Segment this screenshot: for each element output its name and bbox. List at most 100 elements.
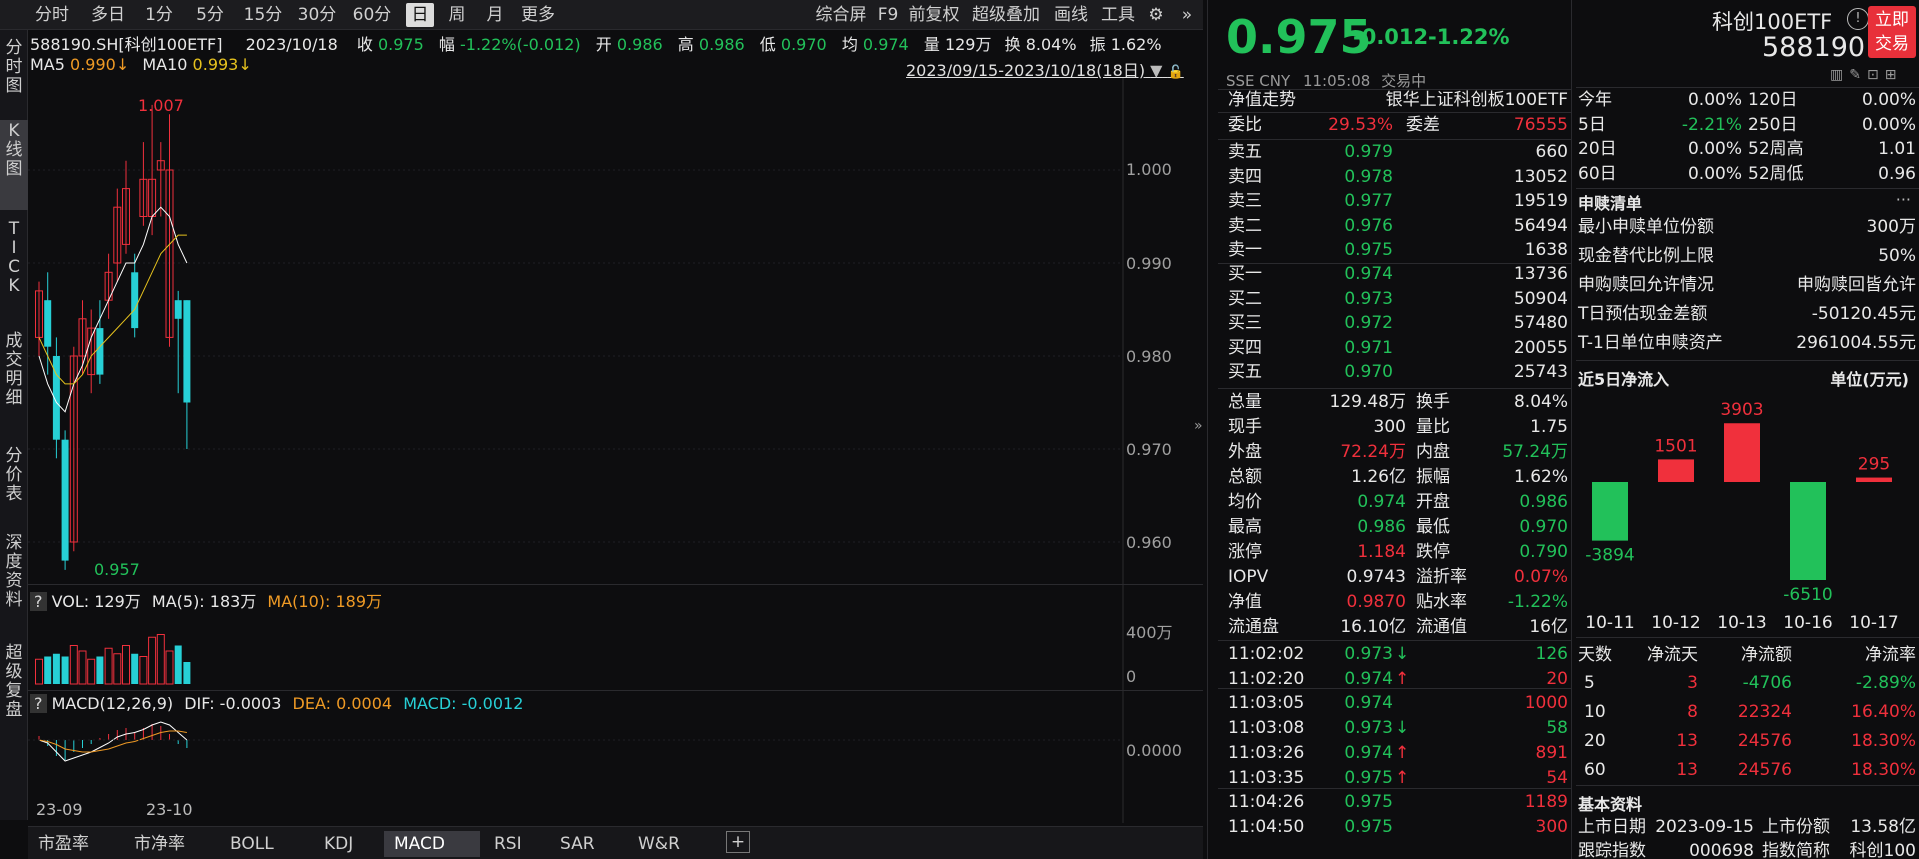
toolbar-item-0[interactable]: 综合屏 xyxy=(812,3,870,27)
redeem-key: T日预估现金差额 xyxy=(1578,304,1708,324)
divider xyxy=(1218,788,1572,789)
flow-cell: 13 xyxy=(1676,760,1698,780)
side-tab-1[interactable]: K 线 图 xyxy=(0,120,28,210)
perf-value: 0.00% xyxy=(1687,163,1742,184)
perf-row: 20日 0.00% 52周高 1.01 xyxy=(1578,137,1916,161)
security-code: 588190.SH[科创100ETF] xyxy=(30,35,223,54)
tick-time: 11:03:05 xyxy=(1228,693,1305,714)
ask-row[interactable]: 卖二 0.976 56494 xyxy=(1228,214,1568,238)
period-tab-5[interactable]: 30分 xyxy=(294,3,340,27)
price-change: -0.012 xyxy=(1353,25,1429,49)
indicator-tab-5[interactable]: RSI xyxy=(484,831,548,857)
bid-volume: 20055 xyxy=(1513,337,1568,358)
ask-row[interactable]: 卖四 0.978 13052 xyxy=(1228,165,1568,189)
flow-cell: 24576 xyxy=(1737,731,1792,751)
toolbar-item-5[interactable]: 工具 xyxy=(1098,3,1138,27)
bid-label: 买五 xyxy=(1228,362,1262,382)
bid-row[interactable]: 买三 0.972 57480 xyxy=(1228,311,1568,335)
indicator-tab-7[interactable]: W&R xyxy=(628,831,700,857)
bid-row[interactable]: 买一 0.974 13736 xyxy=(1228,262,1568,286)
ask-row[interactable]: 卖一 0.975 1638 xyxy=(1228,238,1568,262)
indicator-tab-1[interactable]: 市净率 xyxy=(124,831,218,857)
bid-row[interactable]: 买四 0.971 20055 xyxy=(1228,336,1568,360)
side-tab-0[interactable]: 分 时 图 xyxy=(0,37,28,115)
stats-row: 均价 0.974 开盘 0.986 xyxy=(1228,490,1568,514)
help-icon[interactable]: ? xyxy=(30,694,47,713)
indicator-tab-6[interactable]: SAR xyxy=(550,831,624,857)
period-tab-1[interactable]: 多日 xyxy=(82,3,134,27)
flow-cell: 10 xyxy=(1584,702,1606,722)
period-tab-0[interactable]: 分时 xyxy=(28,3,76,27)
perf-value: 0.96 xyxy=(1878,163,1916,184)
period-tab-9[interactable]: 月 xyxy=(480,3,510,27)
redeem-value: 300万 xyxy=(1866,217,1916,237)
chevron-right-icon[interactable]: » xyxy=(1176,3,1198,27)
divider xyxy=(1218,640,1572,641)
tick-row: 11:03:08 0.973 ↓ 58 xyxy=(1228,716,1568,740)
period-tab-4[interactable]: 15分 xyxy=(240,3,286,27)
flow-header-cell: 天数 xyxy=(1578,645,1612,665)
stat-label: 总量 xyxy=(1228,392,1262,412)
open-value: 0.986 xyxy=(616,35,663,54)
stat-value: 0.986 xyxy=(1519,492,1568,512)
ask-label: 卖三 xyxy=(1228,191,1262,211)
stat-label: 外盘 xyxy=(1228,442,1262,462)
flow-cell: 24576 xyxy=(1737,760,1792,780)
inflow-date-label: 10-13 xyxy=(1717,613,1766,633)
period-tab-2[interactable]: 1分 xyxy=(140,3,178,27)
help-icon[interactable]: ? xyxy=(30,592,47,611)
price-change-pct: -1.22% xyxy=(1428,25,1510,49)
nav-row[interactable]: 净值走势 银华上证科创板100ETF xyxy=(1228,88,1568,112)
toolbar-item-3[interactable]: 超级叠加 xyxy=(966,3,1046,27)
period-tab-7[interactable]: 日 xyxy=(406,3,434,27)
tick-price: 0.975 xyxy=(1344,767,1393,788)
macd-title: MACD(12,26,9) xyxy=(51,694,174,713)
candle-body xyxy=(61,439,69,561)
side-tab-3[interactable]: 成 交 明 细 xyxy=(0,330,28,438)
volume-bar xyxy=(52,653,60,684)
basic-title: 基本资料 xyxy=(1578,795,1643,814)
inflow-value-label: 295 xyxy=(1858,455,1890,475)
toolbar-item-1[interactable]: F9 xyxy=(874,3,902,27)
flow-cell: 18.30% xyxy=(1851,760,1916,780)
side-tab-6[interactable]: 超 级 复 盘 xyxy=(0,642,28,748)
expand-arrow-icon[interactable]: » xyxy=(1194,418,1203,434)
volume-bar xyxy=(104,647,113,685)
info-icon[interactable]: ! xyxy=(1847,8,1869,30)
indicator-tab-0[interactable]: 市盈率 xyxy=(28,831,122,857)
period-tab-6[interactable]: 60分 xyxy=(348,3,396,27)
redeem-more-button[interactable]: ··· xyxy=(1896,190,1911,209)
bid-row[interactable]: 买五 0.970 25743 xyxy=(1228,360,1568,384)
tick-row: 11:02:02 0.973 ↓ 126 xyxy=(1228,642,1568,666)
inflow-value-label: 3903 xyxy=(1720,400,1763,420)
side-tab-2[interactable]: T I C K xyxy=(0,218,28,326)
stat-label: 流通值 xyxy=(1416,617,1467,637)
macd-dea: DEA: 0.0004 xyxy=(292,694,393,713)
stat-value: 0.974 xyxy=(1357,492,1406,512)
stats-row: 涨停 1.184 跌停 0.790 xyxy=(1228,540,1568,564)
tracking-index-value: 000698 xyxy=(1689,841,1754,859)
side-tab-4[interactable]: 分 价 表 xyxy=(0,445,28,529)
perf-value: 0.00% xyxy=(1687,90,1742,110)
tick-volume: 58 xyxy=(1546,718,1568,739)
x-tick-oct: 23-10 xyxy=(146,800,193,819)
ask-row[interactable]: 卖三 0.977 19519 xyxy=(1228,189,1568,213)
toolbar-item-2[interactable]: 前复权 xyxy=(906,3,962,27)
indicator-tab-2[interactable]: BOLL xyxy=(220,831,312,857)
add-tab-icon[interactable]: + xyxy=(726,831,750,853)
ask-row[interactable]: 卖五 0.979 660 xyxy=(1228,140,1568,164)
trade-now-button[interactable]: 立即 交易 xyxy=(1868,6,1916,58)
period-tab-10[interactable]: 更多 xyxy=(516,3,560,27)
indicator-tab-4[interactable]: MACD xyxy=(384,831,480,857)
gear-icon[interactable]: ⚙ xyxy=(1144,3,1168,27)
period-tab-3[interactable]: 5分 xyxy=(186,3,234,27)
y-tick-5: 0.960 xyxy=(1126,533,1172,552)
mini-toolbar-icons[interactable]: ▥✎⊡⊞ xyxy=(1830,67,1902,83)
bid-row[interactable]: 买二 0.973 50904 xyxy=(1228,287,1568,311)
indicator-tab-3[interactable]: KDJ xyxy=(314,831,382,857)
period-tab-8[interactable]: 周 xyxy=(442,3,472,27)
dea-line xyxy=(38,730,187,753)
inflow-bar xyxy=(1658,459,1694,482)
toolbar-item-4[interactable]: 画线 xyxy=(1050,3,1092,27)
side-tab-5[interactable]: 深 度 资 料 xyxy=(0,532,28,638)
